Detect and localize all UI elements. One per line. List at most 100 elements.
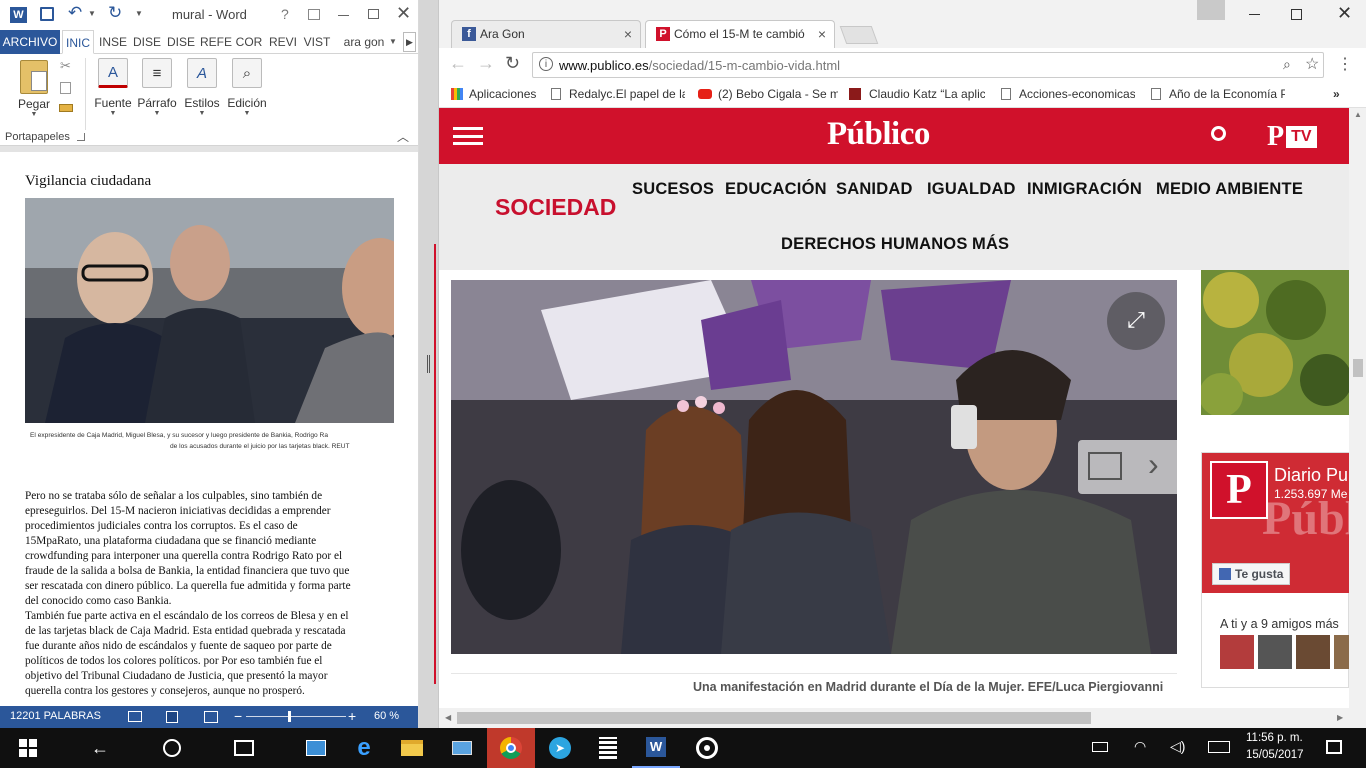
fb-like-button[interactable]: Te gusta — [1212, 563, 1291, 585]
fb-page-avatar[interactable]: P — [1210, 461, 1268, 519]
reload-icon[interactable]: ↻ — [505, 53, 520, 74]
maximize-button[interactable] — [368, 9, 379, 19]
network-app-icon[interactable] — [438, 728, 486, 768]
word-app-icon[interactable]: W — [10, 7, 27, 23]
bookmark-acciones[interactable]: Acciones-economicas — [1001, 87, 1135, 101]
more-bookmarks-icon[interactable]: » — [1333, 87, 1340, 101]
hamburger-menu-icon[interactable] — [453, 127, 483, 145]
help-button[interactable]: ? — [281, 6, 289, 22]
scroll-up-icon[interactable]: ▲ — [1354, 110, 1362, 119]
fb-friend-avatar[interactable] — [1296, 635, 1330, 669]
vertical-scroll-thumb[interactable] — [1353, 359, 1363, 377]
zoom-slider-thumb[interactable] — [288, 711, 291, 722]
nav-sanidad[interactable]: SANIDAD — [836, 180, 913, 199]
calculator-icon[interactable] — [584, 728, 632, 768]
section-title[interactable]: SOCIEDAD — [495, 194, 616, 221]
styles-group[interactable]: A Estilos ▼ — [182, 58, 222, 117]
nav-mas[interactable]: MÁS — [972, 235, 1009, 254]
scroll-left-icon[interactable]: ◀ — [445, 713, 451, 722]
volume-icon[interactable]: ◁) — [1170, 738, 1185, 755]
edge-icon[interactable]: e — [340, 728, 388, 768]
forward-icon[interactable]: → — [477, 53, 495, 74]
task-view-icon[interactable] — [220, 728, 268, 768]
undo-icon[interactable]: ↶ — [68, 3, 82, 23]
zoom-level[interactable]: 60 % — [374, 710, 399, 722]
word-taskbar-icon[interactable]: W — [632, 728, 680, 768]
customize-qat-icon[interactable]: ▼ — [135, 9, 143, 18]
clock-date[interactable]: 15/05/2017 — [1246, 749, 1304, 761]
file-explorer-icon[interactable] — [388, 728, 436, 768]
article-main-photo[interactable]: ⤢ › — [451, 280, 1177, 654]
tab-scroll-right-icon[interactable]: ▶ — [403, 32, 416, 52]
fb-friend-avatar[interactable] — [1334, 635, 1349, 669]
music-app-icon[interactable] — [683, 728, 731, 768]
bookmark-anio-economia[interactable]: Año de la Economía P — [1151, 87, 1285, 101]
tab-referencias[interactable]: REFE — [199, 30, 233, 54]
save-icon[interactable] — [40, 7, 54, 21]
doc-photo[interactable] — [25, 198, 394, 423]
keyboard-icon[interactable] — [1208, 741, 1230, 753]
snap-splitter[interactable] — [419, 0, 438, 728]
maximize-button[interactable] — [1291, 9, 1302, 20]
bookmark-star-icon[interactable]: ☆ — [1305, 54, 1319, 74]
site-logo[interactable]: Público — [827, 116, 930, 153]
zoom-icon[interactable]: ⌕ — [1283, 56, 1291, 73]
vertical-scrollbar[interactable]: ▲ — [1349, 108, 1366, 708]
minimize-button[interactable] — [1249, 14, 1260, 15]
copy-icon[interactable] — [60, 82, 71, 94]
fb-friend-avatar[interactable] — [1258, 635, 1292, 669]
telegram-icon[interactable]: ➤ — [536, 728, 584, 768]
tab-diseno-pagina[interactable]: DISE — [165, 30, 197, 54]
scroll-right-icon[interactable]: ▶ — [1337, 713, 1343, 722]
new-tab-button[interactable] — [839, 26, 879, 44]
zoom-slider[interactable] — [246, 716, 346, 717]
collapse-ribbon-icon[interactable]: ︿ — [397, 128, 409, 145]
browser-tab-publico[interactable]: P Cómo el 15-M te cambió × — [645, 20, 835, 48]
format-painter-icon[interactable] — [59, 104, 73, 112]
fb-friend-avatar[interactable] — [1220, 635, 1254, 669]
ribbon-display-icon[interactable] — [308, 9, 320, 20]
close-button[interactable]: ✕ — [1337, 3, 1352, 24]
read-mode-icon[interactable] — [128, 711, 142, 722]
nav-inmigracion[interactable]: INMIGRACIÓN — [1027, 180, 1142, 199]
bookmark-redalyc[interactable]: Redalyc.El papel de la — [551, 87, 685, 101]
expand-photo-icon[interactable]: ⤢ — [1107, 292, 1165, 350]
tab-archivo[interactable]: ARCHIVO — [0, 30, 60, 54]
back-icon[interactable]: ← — [449, 53, 467, 74]
action-center-icon[interactable] — [1326, 740, 1342, 754]
address-bar[interactable]: i www.publico.es/sociedad/15-m-cambio-vi… — [532, 52, 1324, 78]
nav-derechos-humanos[interactable]: DERECHOS HUMANOS — [781, 235, 968, 254]
browser-tab-facebook[interactable]: f Ara Gon × — [451, 20, 641, 48]
back-arrow-icon[interactable]: ← — [76, 728, 124, 768]
gallery-next-button[interactable]: › — [1078, 440, 1177, 494]
clipboard-launcher-icon[interactable] — [77, 133, 85, 141]
search-icon[interactable] — [1211, 126, 1226, 141]
tab-insertar[interactable]: INSE — [97, 30, 129, 54]
minimize-button[interactable] — [338, 15, 349, 16]
paste-group[interactable]: Pegar ▼ — [14, 58, 54, 118]
zoom-out-icon[interactable]: − — [234, 708, 242, 724]
close-button[interactable]: ✕ — [396, 3, 411, 24]
nav-educacion[interactable]: EDUCACIÓN — [725, 180, 827, 199]
wifi-icon[interactable]: ◠ — [1134, 738, 1146, 755]
tab-revisar[interactable]: REVI — [267, 30, 299, 54]
cut-icon[interactable]: ✂ — [60, 58, 71, 74]
tab-inicio[interactable]: INIC — [62, 30, 94, 54]
tab-correspondencia[interactable]: COR — [234, 30, 264, 54]
tab-vista[interactable]: VIST — [301, 30, 333, 54]
profile-icon[interactable] — [1197, 0, 1225, 20]
menu-icon[interactable]: ⋮ — [1337, 54, 1353, 74]
tab-close-icon[interactable]: × — [624, 21, 632, 47]
sidebar-ad-image[interactable] — [1201, 270, 1349, 415]
clock-time[interactable]: 11:56 p. m. — [1246, 732, 1303, 744]
chrome-icon[interactable] — [487, 728, 535, 768]
tab-diseno[interactable]: DISE — [131, 30, 163, 54]
horizontal-scrollbar[interactable]: ◀ ▶ — [439, 708, 1366, 728]
web-layout-icon[interactable] — [204, 711, 218, 723]
redo-icon[interactable]: ↻ — [108, 3, 122, 23]
account-dropdown-icon[interactable]: ▼ — [389, 37, 397, 46]
desktop-manager-icon[interactable] — [292, 728, 340, 768]
undo-dropdown-icon[interactable]: ▼ — [88, 9, 96, 18]
zoom-in-icon[interactable]: + — [348, 708, 356, 724]
font-group[interactable]: A Fuente ▼ — [93, 58, 133, 117]
